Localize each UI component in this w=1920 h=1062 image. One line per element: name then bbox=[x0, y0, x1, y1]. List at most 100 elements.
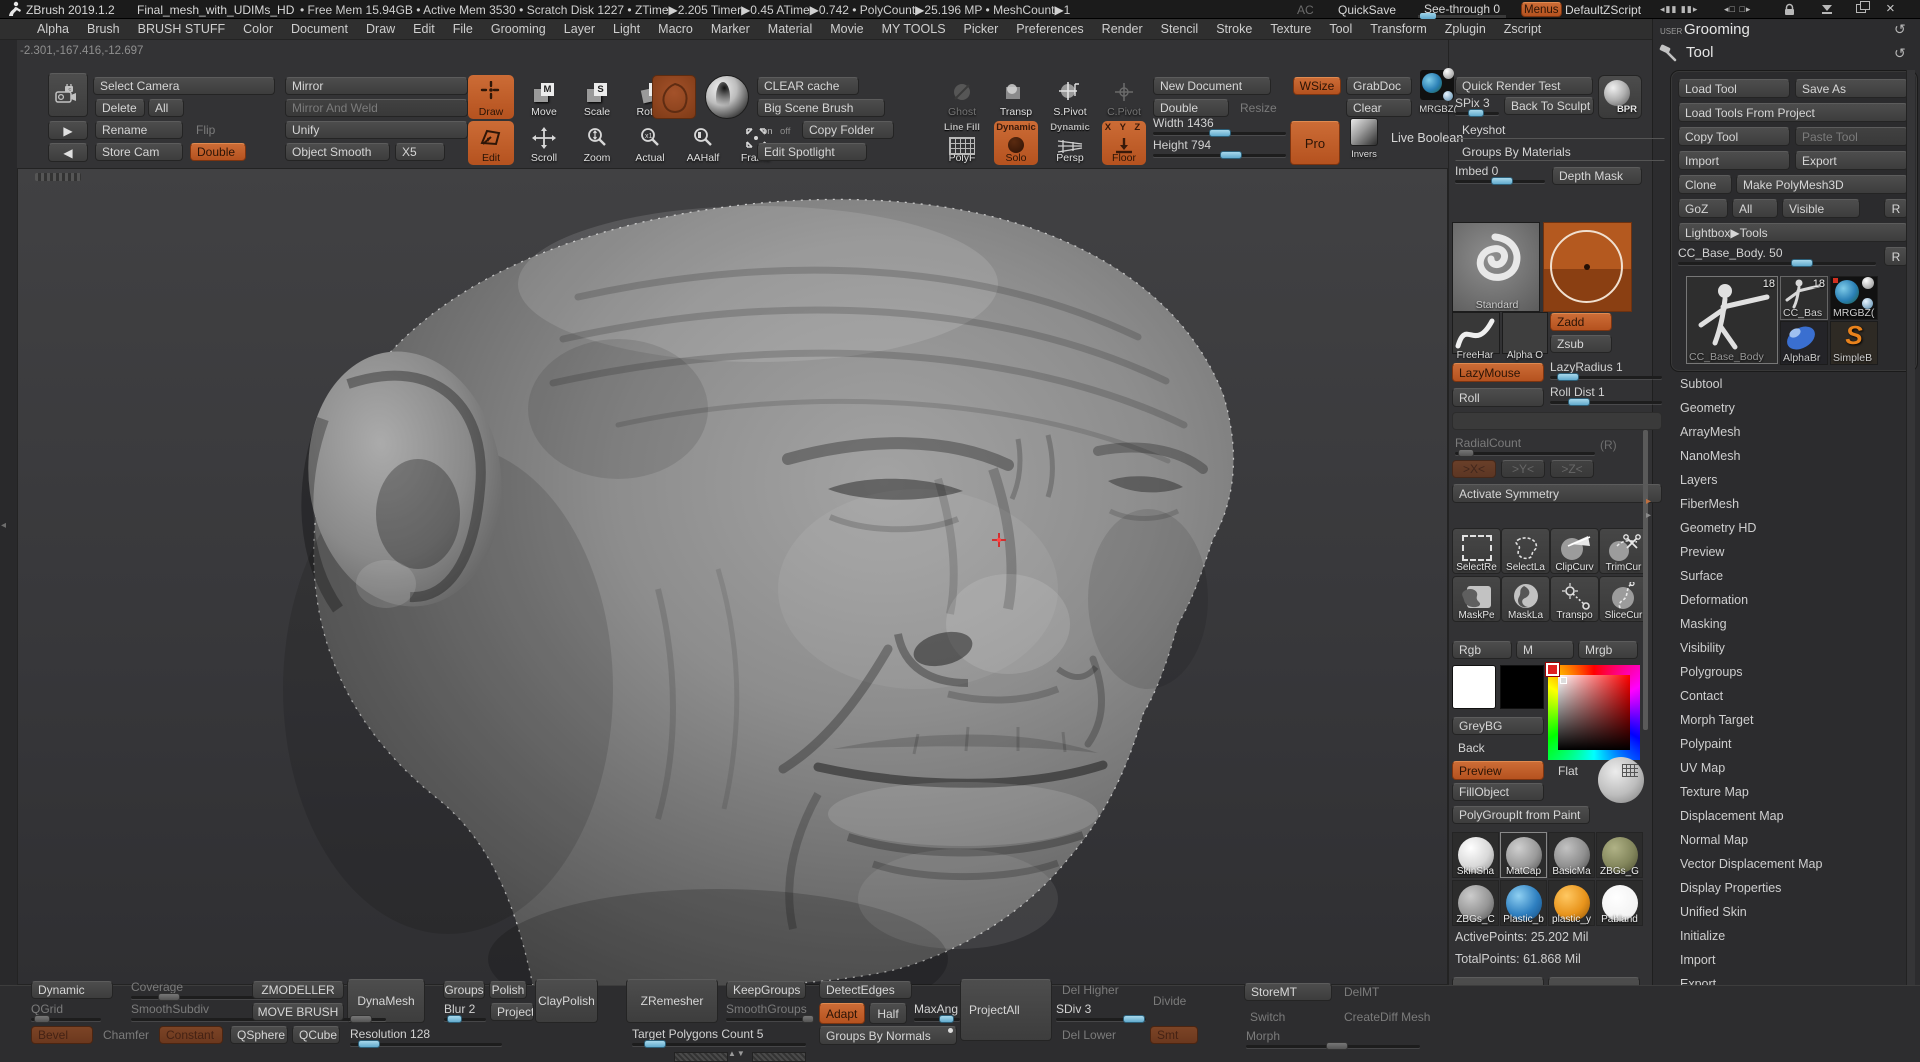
tray-scrollbar[interactable] bbox=[1906, 70, 1915, 1055]
copy-folder-button[interactable]: Copy Folder bbox=[802, 121, 894, 139]
symmetry-z-button[interactable]: >Z< bbox=[1550, 460, 1594, 478]
stroke-type-thumbnail[interactable] bbox=[1452, 312, 1500, 354]
chamfer-button[interactable]: Chamfer bbox=[97, 1026, 153, 1044]
maxang-handle[interactable] bbox=[939, 1015, 954, 1023]
target-polygons-handle[interactable] bbox=[644, 1040, 666, 1048]
bottom-shelf-scroll-arrows-icon[interactable]: ▲▼ bbox=[728, 1049, 746, 1058]
divide-button[interactable]: Divide bbox=[1150, 981, 1214, 1021]
double-doc-button[interactable]: Double bbox=[1153, 99, 1229, 117]
zremesher-button[interactable]: ZRemesher bbox=[626, 979, 718, 1023]
maxang-slider[interactable]: MaxAng bbox=[914, 1003, 960, 1021]
back-to-sculpt-button[interactable]: Back To Sculpt bbox=[1504, 97, 1594, 115]
tool-section-header[interactable]: Polypaint bbox=[1652, 732, 1904, 756]
material-pabland[interactable]: Pabland bbox=[1596, 880, 1643, 926]
spotlight-off-label[interactable]: off bbox=[780, 126, 790, 137]
resolution-slider[interactable]: Resolution 128 bbox=[350, 1028, 502, 1046]
clone-button[interactable]: Clone bbox=[1678, 175, 1732, 194]
half-button[interactable]: Half bbox=[869, 1003, 907, 1024]
all-cameras-button[interactable]: All bbox=[148, 99, 184, 117]
current-material-ball[interactable] bbox=[705, 75, 749, 119]
flat-button[interactable]: Flat bbox=[1552, 761, 1594, 780]
material-zbgs-g[interactable]: ZBGs_G bbox=[1596, 832, 1643, 878]
menu-item[interactable]: Preferences bbox=[1007, 19, 1092, 39]
x5-button[interactable]: X5 bbox=[395, 143, 445, 161]
tool-section-header[interactable]: Deformation bbox=[1652, 588, 1904, 612]
tool-section-header[interactable]: Morph Target bbox=[1652, 708, 1904, 732]
menu-item[interactable]: MY TOOLS bbox=[873, 19, 955, 39]
material-plastic-b[interactable]: Plastic_b bbox=[1500, 880, 1547, 926]
wsize-button[interactable]: WSize bbox=[1293, 77, 1341, 95]
tool-section-header[interactable]: Polygroups bbox=[1652, 660, 1904, 684]
qcube-button[interactable]: QCube bbox=[292, 1026, 340, 1044]
bottom-shelf-scrollbar2[interactable] bbox=[752, 1052, 806, 1062]
store-cam-button[interactable]: Store Cam bbox=[95, 143, 183, 161]
menu-item[interactable]: Color bbox=[234, 19, 282, 39]
make-polymesh3d-button[interactable]: Make PolyMesh3D bbox=[1736, 175, 1908, 194]
menu-item[interactable]: Marker bbox=[702, 19, 759, 39]
bevel-button[interactable]: Bevel bbox=[31, 1026, 93, 1044]
menu-item[interactable]: Grooming bbox=[482, 19, 555, 39]
menu-item[interactable]: Edit bbox=[404, 19, 444, 39]
menu-item[interactable]: Transform bbox=[1361, 19, 1436, 39]
sdiv-slider[interactable]: SDiv 3 bbox=[1056, 1003, 1146, 1021]
user-palette-title[interactable]: Grooming bbox=[1684, 21, 1750, 38]
play-button[interactable]: ▶ bbox=[48, 121, 88, 140]
draw-mode-tile[interactable]: Draw bbox=[468, 75, 514, 119]
menu-item[interactable]: BRUSH STUFF bbox=[129, 19, 235, 39]
left-tray-toggle-icon[interactable]: ◂▮▮ ▮▮▸ bbox=[1660, 4, 1698, 15]
transp-tile[interactable]: Transp bbox=[994, 75, 1038, 119]
main-color-swatch[interactable] bbox=[1452, 665, 1496, 709]
zadd-button[interactable]: Zadd bbox=[1550, 313, 1612, 331]
spix-slider[interactable]: SPix 3 bbox=[1455, 97, 1499, 115]
copy-tool-button[interactable]: Copy Tool bbox=[1678, 127, 1790, 146]
quicksave-button[interactable]: QuickSave bbox=[1338, 3, 1396, 17]
claypolish-button[interactable]: ClayPolish bbox=[535, 979, 598, 1023]
tool-section-header[interactable]: FiberMesh bbox=[1652, 492, 1904, 516]
rgb-button[interactable]: Rgb bbox=[1452, 641, 1512, 659]
scale-mode-tile[interactable]: S Scale bbox=[574, 75, 620, 119]
lazyradius-handle[interactable] bbox=[1557, 373, 1579, 381]
lazymouse-button[interactable]: LazyMouse bbox=[1452, 363, 1544, 382]
cpivot-tile[interactable]: C.Pivot bbox=[1102, 75, 1146, 119]
move-mode-tile[interactable]: M Move bbox=[521, 75, 567, 119]
tool-section-header[interactable]: Display Properties bbox=[1652, 876, 1904, 900]
dynamic-button[interactable]: Dynamic bbox=[31, 981, 113, 999]
activate-symmetry-button[interactable]: Activate Symmetry bbox=[1452, 484, 1662, 503]
menu-item[interactable]: Zplugin bbox=[1436, 19, 1495, 39]
qgrid-slider[interactable]: QGrid bbox=[31, 1003, 101, 1021]
export-tool-button[interactable]: Export bbox=[1795, 151, 1908, 170]
goz-button[interactable]: GoZ bbox=[1678, 199, 1728, 218]
save-as-button[interactable]: Save As bbox=[1795, 79, 1908, 98]
restore-icon[interactable] bbox=[1856, 4, 1866, 13]
canvas-grip[interactable] bbox=[35, 173, 81, 181]
load-tool-button[interactable]: Load Tool bbox=[1678, 79, 1790, 98]
sdiv-handle[interactable] bbox=[1123, 1015, 1145, 1023]
ghost-tile[interactable]: Ghost bbox=[940, 75, 984, 119]
masklasso-tile[interactable]: MaskLa bbox=[1501, 576, 1550, 622]
symmetry-x-button[interactable]: >X< bbox=[1452, 460, 1496, 478]
doc-height-handle[interactable] bbox=[1220, 151, 1242, 159]
bpr-tile[interactable]: BPR bbox=[1598, 75, 1642, 119]
unify-button[interactable]: Unify bbox=[285, 121, 468, 139]
menu-item[interactable]: Texture bbox=[1261, 19, 1320, 39]
blur-handle[interactable] bbox=[447, 1015, 462, 1023]
tool-section-header[interactable]: Geometry bbox=[1652, 396, 1904, 420]
big-scene-brush-button[interactable]: Big Scene Brush bbox=[757, 99, 885, 117]
keepgroups-button[interactable]: KeepGroups bbox=[726, 981, 806, 999]
material-skinshade[interactable]: SkinSha bbox=[1452, 832, 1499, 878]
tool-section-header[interactable]: Vector Displacement Map bbox=[1652, 852, 1904, 876]
mrgbz-grabber-tile[interactable]: MRGBZ( bbox=[1418, 70, 1458, 112]
tool-section-header[interactable]: Normal Map bbox=[1652, 828, 1904, 852]
brush-thumbnail[interactable]: Standard bbox=[1452, 222, 1540, 312]
clear-cache-button[interactable]: CLEAR cache bbox=[757, 77, 859, 95]
recent-tool-thumbnail[interactable]: 18 CC_Bas bbox=[1780, 276, 1828, 320]
floor-tile[interactable]: X Y Z Floor bbox=[1102, 121, 1146, 165]
zsub-button[interactable]: Zsub bbox=[1550, 335, 1612, 353]
polyframe-tile[interactable]: Line Fill PolyF bbox=[940, 121, 984, 165]
smt-button[interactable]: Smt bbox=[1150, 1026, 1198, 1044]
tool-section-header[interactable]: Layers bbox=[1652, 468, 1904, 492]
mrgbz-tool-thumbnail[interactable]: MRGBZ( bbox=[1830, 276, 1878, 320]
zoom-tile[interactable]: Zoom bbox=[574, 121, 620, 165]
blur-slider[interactable]: Blur 2 bbox=[444, 1003, 486, 1021]
grabdoc-button[interactable]: GrabDoc bbox=[1346, 77, 1412, 95]
